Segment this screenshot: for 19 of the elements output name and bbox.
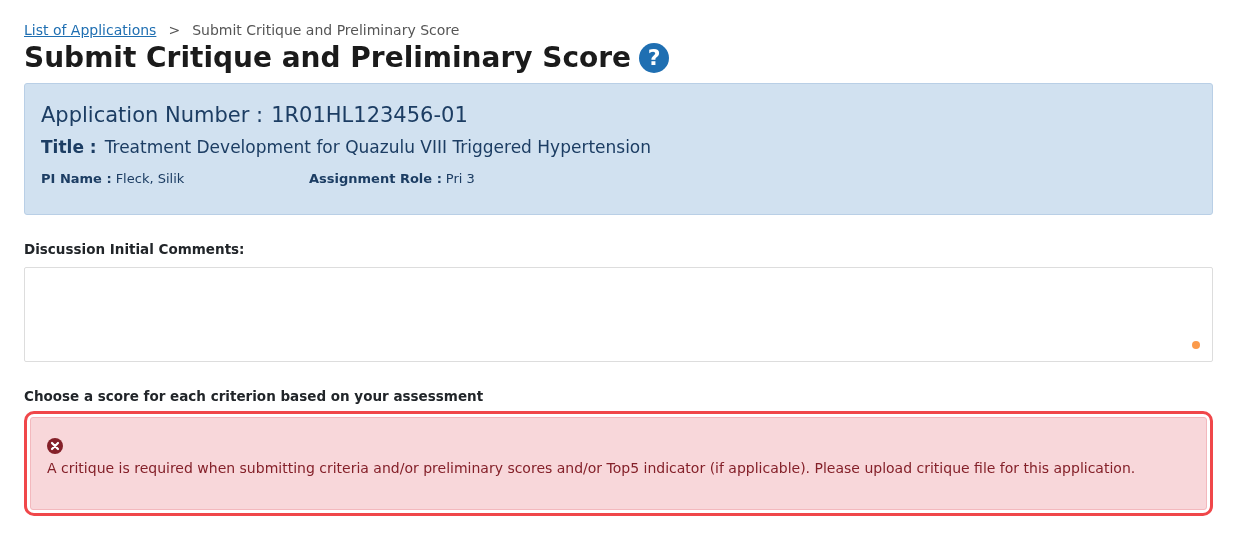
title-label: Title : xyxy=(41,136,97,160)
section-label: Choose a score for each criterion based on your assessment xyxy=(24,387,485,407)
help-icon[interactable]: ? xyxy=(639,42,670,73)
breadcrumb-link[interactable]: List of Applications xyxy=(24,20,157,41)
application-title: Treatment Development for Quazulu VIII Triggered Hypertension xyxy=(104,136,652,160)
comments-field[interactable] xyxy=(24,267,1213,363)
page-title: Submit Critique and Preliminary Score xyxy=(24,41,632,75)
status-dot-icon xyxy=(1192,341,1200,350)
field-label: Discussion Initial Comments: xyxy=(24,240,246,260)
application-number-label: Application Number : xyxy=(41,101,264,129)
error-icon xyxy=(47,437,63,454)
breadcrumb-separator: > xyxy=(167,21,182,40)
error-message: A critique is required when submitting criteria and/or preliminary scores and/or Top5 indicator (if applicable). Please upload critique file for this application. xyxy=(47,458,1137,478)
field-label: PI Name : xyxy=(41,169,112,188)
application-number: 1R01HL123456-01 xyxy=(271,101,468,129)
field-label: Assignment Role : xyxy=(309,169,442,188)
breadcrumb-current: Submit Critique and Preliminary Score xyxy=(192,21,460,40)
field-value: Fleck, Silik xyxy=(115,169,185,188)
field-value: Pri 3 xyxy=(445,169,475,188)
